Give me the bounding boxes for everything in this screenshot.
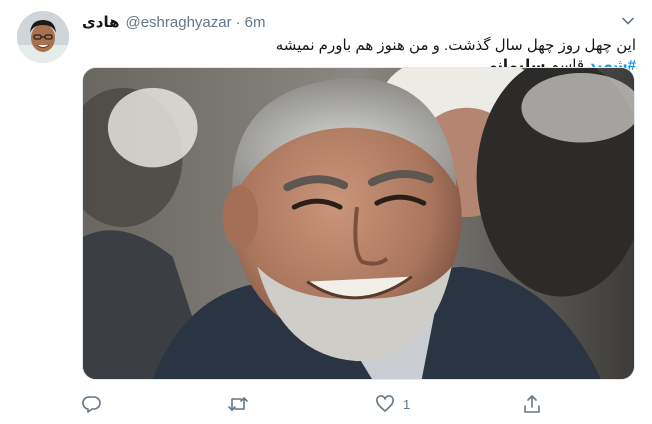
separator-dot: ·: [235, 13, 241, 31]
avatar[interactable]: [17, 11, 69, 63]
retweet-icon: [228, 397, 248, 411]
reply-icon: [82, 396, 101, 413]
avatar-image: [17, 11, 69, 63]
tweet-card[interactable]: هادی @eshraghyazar · 6m این چهل روز چهل …: [0, 0, 652, 424]
portrait-image: [83, 68, 634, 379]
share-button[interactable]: [522, 390, 542, 418]
user-handle[interactable]: @eshraghyazar: [125, 14, 231, 31]
retweet-button[interactable]: [227, 390, 249, 418]
heart-icon: [376, 395, 394, 412]
tweet-text-line-1: این چهل روز چهل سال گذشت. و من هنوز هم ب…: [275, 37, 636, 54]
tweet-header: هادی @eshraghyazar · 6m: [82, 12, 265, 32]
tweet-actions: 1: [82, 390, 635, 418]
display-name[interactable]: هادی: [82, 13, 119, 31]
more-options-button[interactable]: [617, 10, 639, 32]
share-icon: [524, 395, 540, 413]
chevron-down-icon: [622, 17, 634, 25]
reply-button[interactable]: [82, 390, 102, 418]
tweet-photo[interactable]: [82, 67, 635, 380]
like-button[interactable]: 1: [375, 390, 410, 418]
timestamp[interactable]: 6m: [245, 14, 266, 31]
like-count: 1: [403, 396, 411, 412]
